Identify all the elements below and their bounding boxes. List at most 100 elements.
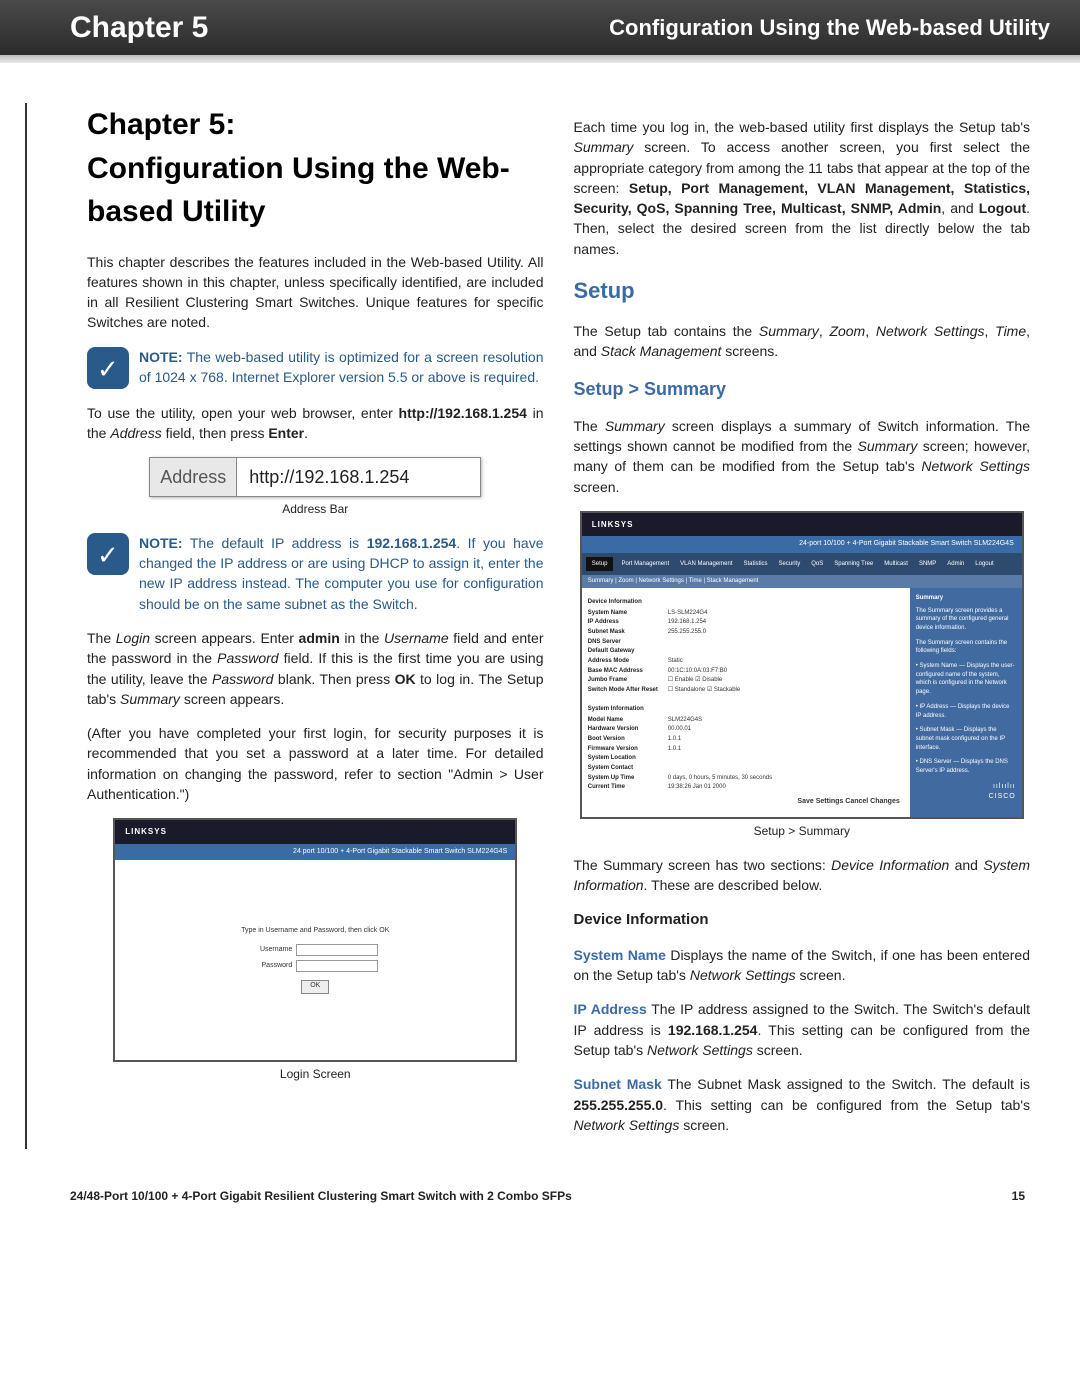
header-divider [0,55,1080,63]
product-banner: 24-port 10/100 + 4-Port Gigabit Stackabl… [582,536,1022,552]
password-label: Password [252,961,292,971]
section-title: Chapter 5: Configuration Using the Web-b… [87,103,544,234]
tab-vlan-management[interactable]: VLAN Management [676,557,736,572]
login-screenshot: LINKSYS 24 port 10/100 + 4-Port Gigabit … [113,818,517,1062]
check-icon [87,347,129,389]
help-item: • Subnet Mask — Displays the subnet mask… [916,726,1016,752]
tab-multicast[interactable]: Multicast [880,557,912,572]
summary-sections-paragraph: The Summary screen has two sections: Dev… [574,855,1031,896]
brand-logo: LINKSYS [115,820,515,844]
note-box-resolution: NOTE: The web-based utility is optimized… [87,347,544,389]
help-item: The Summary screen contains the followin… [916,639,1016,656]
tab-spanning-tree[interactable]: Spanning Tree [830,557,877,572]
password-input[interactable] [296,960,378,972]
footer-product: 24/48-Port 10/100 + 4-Port Gigabit Resil… [70,1189,572,1203]
tab-snmp[interactable]: SNMP [915,557,940,572]
setup-summary-heading: Setup > Summary [574,376,1031,402]
help-item: • System Name — Displays the user-config… [916,662,1016,697]
login-paragraph: The Login screen appears. Enter admin in… [87,628,544,709]
subnet-mask-entry: Subnet Mask The Subnet Mask assigned to … [574,1074,1031,1135]
device-info-label: Device Information [588,598,904,607]
tab-security[interactable]: Security [775,557,805,572]
username-row: Username [252,944,378,956]
kv-row: Subnet Mask255.255.255.0 [588,628,904,637]
kv-row: Default Gateway [588,647,904,656]
product-banner: 24 port 10/100 + 4-Port Gigabit Stackabl… [115,844,515,860]
help-title: Summary [916,594,1016,603]
kv-row: System Contact [588,764,904,773]
kv-row: System Location [588,754,904,763]
brand-logo: LINKSYS [582,513,1022,537]
kv-row: Model NameSLM224G4S [588,716,904,725]
content-area: Chapter 5: Configuration Using the Web-b… [0,63,1080,1159]
help-items: The Summary screen provides a summary of… [916,607,1016,776]
tab-logout[interactable]: Logout [971,557,997,572]
ip-address-entry: IP Address The IP address assigned to th… [574,999,1031,1060]
kv-row: Switch Mode After Reset☐ Standalone ☑ St… [588,686,904,695]
kv-row: Base MAC Address00:1C:10:0A:03:F7:B0 [588,667,904,676]
chapter-label: Chapter 5 [70,11,208,45]
kv-row: DNS Server [588,638,904,647]
tab-statistics[interactable]: Statistics [740,557,772,572]
device-information-heading: Device Information [574,909,1031,931]
login-hint: Type in Username and Password, then clic… [241,926,389,936]
ok-button[interactable]: OK [301,980,329,994]
login-form-area: Type in Username and Password, then clic… [115,860,515,1060]
left-column: Chapter 5: Configuration Using the Web-b… [87,103,544,1149]
username-input[interactable] [296,944,378,956]
cisco-logo: ıılıılıı CISCO [916,782,1016,802]
kv-row: Current Time19:38:26 Jan 01 2000 [588,783,904,792]
address-url: http://192.168.1.254 [237,458,480,496]
tab-admin[interactable]: Admin [943,557,968,572]
device-info-list: System NameLS-SLM224G4IP Address192.168.… [588,609,904,695]
setup-heading: Setup [574,275,1031,307]
page-number: 15 [1012,1189,1025,1203]
kv-row: System Up Time0 days, 0 hours, 5 minutes… [588,774,904,783]
check-icon [87,533,129,575]
right-column: Each time you log in, the web-based util… [574,103,1031,1149]
system-info-list: Model NameSLM224G4SHardware Version00.00… [588,716,904,793]
username-label: Username [252,945,292,955]
address-bar-figure: Address http://192.168.1.254 [149,457,481,497]
help-item: • DNS Server — Displays the DNS Server's… [916,758,1016,775]
help-item: The Summary screen provides a summary of… [916,607,1016,633]
kv-row: Hardware Version00.00.01 [588,725,904,734]
tab-setup[interactable]: Setup [586,557,614,572]
address-label: Address [150,458,237,496]
tab-port-management[interactable]: Port Management [617,557,673,572]
page: Chapter 5 Configuration Using the Web-ba… [0,0,1080,1233]
login-caption: Login Screen [87,1066,544,1083]
summary-screenshot: LINKSYS 24-port 10/100 + 4-Port Gigabit … [580,511,1024,819]
header-subtitle: Configuration Using the Web-based Utilit… [609,15,1050,41]
page-header: Chapter 5 Configuration Using the Web-ba… [0,0,1080,55]
note-text: NOTE: The default IP address is 192.168.… [139,533,544,614]
help-sidebar: Summary The Summary screen provides a su… [910,588,1022,817]
tab-qos[interactable]: QoS [807,557,827,572]
kv-row: IP Address192.168.1.254 [588,618,904,627]
save-cancel-row[interactable]: Save Settings Cancel Changes [588,793,904,811]
summary-main: Device Information System NameLS-SLM224G… [582,588,910,817]
system-name-entry: System Name Displays the name of the Swi… [574,945,1031,986]
system-info-label: System Information [588,705,904,714]
post-login-paragraph: (After you have completed your first log… [87,723,544,804]
open-browser-paragraph: To use the utility, open your web browse… [87,403,544,444]
kv-row: Boot Version1.0.1 [588,735,904,744]
note-text: NOTE: The web-based utility is optimized… [139,347,544,388]
password-row: Password [252,960,378,972]
summary-body: Device Information System NameLS-SLM224G… [582,588,1022,817]
intro-paragraph: This chapter describes the features incl… [87,252,544,333]
kv-row: Firmware Version1.0.1 [588,745,904,754]
page-footer: 24/48-Port 10/100 + 4-Port Gigabit Resil… [0,1159,1080,1233]
setup-tab-paragraph: The Setup tab contains the Summary, Zoom… [574,321,1031,362]
two-columns: Chapter 5: Configuration Using the Web-b… [87,103,1030,1149]
kv-row: Jumbo Frame☐ Enable ☑ Disable [588,676,904,685]
summary-caption: Setup > Summary [574,823,1031,840]
tabs-description: Each time you log in, the web-based util… [574,117,1031,259]
note-box-ip: NOTE: The default IP address is 192.168.… [87,533,544,614]
kv-row: System NameLS-SLM224G4 [588,609,904,618]
summary-paragraph: The Summary screen displays a summary of… [574,416,1031,497]
sub-tabs: Summary | Zoom | Network Settings | Time… [582,575,1022,588]
other-tabs: Port ManagementVLAN Management Statistics… [617,557,997,572]
main-tabs: Setup Port ManagementVLAN Management Stat… [582,553,1022,576]
kv-row: Address ModeStatic [588,657,904,666]
